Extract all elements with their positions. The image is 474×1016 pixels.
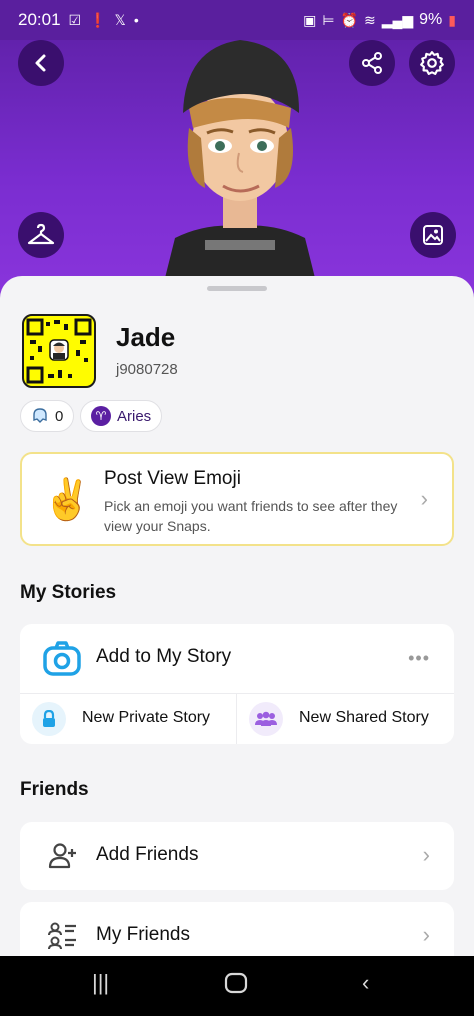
- snap-status-icon: ▣: [303, 11, 317, 28]
- x-notification-icon: 𝕏: [114, 11, 126, 28]
- snapscore-value: 0: [55, 407, 64, 425]
- home-icon[interactable]: [224, 972, 248, 1000]
- friends-heading: Friends: [20, 779, 89, 800]
- outfit-button[interactable]: [18, 212, 64, 258]
- add-friends-label: Add Friends: [96, 844, 199, 865]
- ghost-icon: [33, 408, 47, 423]
- display-name: Jade: [116, 322, 176, 352]
- chevron-right-icon: ›: [420, 486, 428, 511]
- group-icon-bg: [249, 702, 283, 736]
- group-icon: [255, 711, 277, 726]
- post-view-emoji-title: Post View Emoji: [104, 468, 241, 489]
- alert-notification-icon: ❗: [89, 11, 107, 28]
- gallery-icon: [423, 225, 443, 245]
- add-friend-icon: [48, 843, 76, 869]
- add-to-my-story-row[interactable]: Add to My Story •••: [20, 624, 454, 694]
- add-to-my-story-label: Add to My Story: [96, 646, 232, 667]
- back-icon: [35, 54, 46, 72]
- nav-back-icon[interactable]: ‹: [362, 970, 369, 996]
- wifi-icon: ≋: [363, 11, 376, 28]
- status-bar: 20:01 ☑ ❗ 𝕏 • ▣ ⊨ ⏰ ≋ ▂▄▆ 9% ▮: [0, 0, 474, 40]
- system-nav-bar: ||| ‹: [0, 956, 474, 1016]
- sheet-handle[interactable]: [207, 286, 267, 291]
- sleep-icon: ⊨: [322, 11, 335, 28]
- lock-icon-bg: [32, 702, 66, 736]
- post-view-emoji-card[interactable]: ✌️ Post View Emoji Pick an emoji you wan…: [20, 452, 454, 546]
- new-shared-story-button[interactable]: New Shared Story: [237, 694, 454, 744]
- aries-icon: ♈: [91, 406, 111, 426]
- zodiac-chip[interactable]: ♈ Aries: [80, 400, 163, 432]
- battery-percent: 9%: [419, 11, 443, 28]
- add-friends-row[interactable]: Add Friends ›: [20, 822, 454, 890]
- status-time: 20:01: [18, 10, 61, 29]
- signal-icon: ▂▄▆: [381, 11, 414, 28]
- more-notifications-icon: •: [133, 12, 139, 28]
- chevron-right-icon: ›: [422, 922, 430, 947]
- new-private-story-button[interactable]: New Private Story: [20, 694, 237, 744]
- new-private-story-label: New Private Story: [82, 709, 211, 726]
- my-friends-label: My Friends: [96, 924, 190, 945]
- zodiac-label: Aries: [117, 407, 152, 425]
- profile-header: [0, 0, 474, 300]
- check-notification-icon: ☑: [68, 11, 82, 28]
- profile-sheet: Jade j9080728 0 ♈ Aries ✌️ Post View Emo…: [0, 276, 474, 956]
- my-stories-heading: My Stories: [20, 582, 117, 603]
- battery-icon: ▮: [448, 11, 456, 28]
- back-button[interactable]: [18, 40, 64, 86]
- share-icon: [362, 52, 382, 74]
- snapcode[interactable]: [22, 314, 96, 388]
- more-options-icon[interactable]: •••: [408, 648, 430, 669]
- username: j9080728: [116, 361, 178, 378]
- background-button[interactable]: [410, 212, 456, 258]
- chevron-right-icon: ›: [422, 842, 430, 867]
- alarm-icon: ⏰: [340, 11, 358, 28]
- new-shared-story-label: New Shared Story: [299, 709, 429, 726]
- bitmoji-avatar[interactable]: [165, 28, 315, 278]
- recent-apps-icon[interactable]: |||: [92, 970, 109, 996]
- friends-list-icon: [48, 922, 76, 950]
- snapscore-chip[interactable]: 0: [20, 400, 75, 432]
- share-button[interactable]: [349, 40, 395, 86]
- victory-hand-icon: ✌️: [42, 478, 92, 522]
- my-stories-card: Add to My Story ••• New Private Story Ne…: [20, 624, 454, 744]
- my-friends-row[interactable]: My Friends ›: [20, 902, 454, 956]
- settings-icon: [420, 51, 444, 75]
- hanger-icon: [27, 223, 55, 245]
- settings-button[interactable]: [409, 40, 455, 86]
- camera-icon: [43, 641, 81, 676]
- snapcode-pattern: [26, 318, 92, 384]
- post-view-emoji-subtitle: Pick an emoji you want friends to see af…: [104, 498, 398, 534]
- lock-icon: [43, 710, 55, 727]
